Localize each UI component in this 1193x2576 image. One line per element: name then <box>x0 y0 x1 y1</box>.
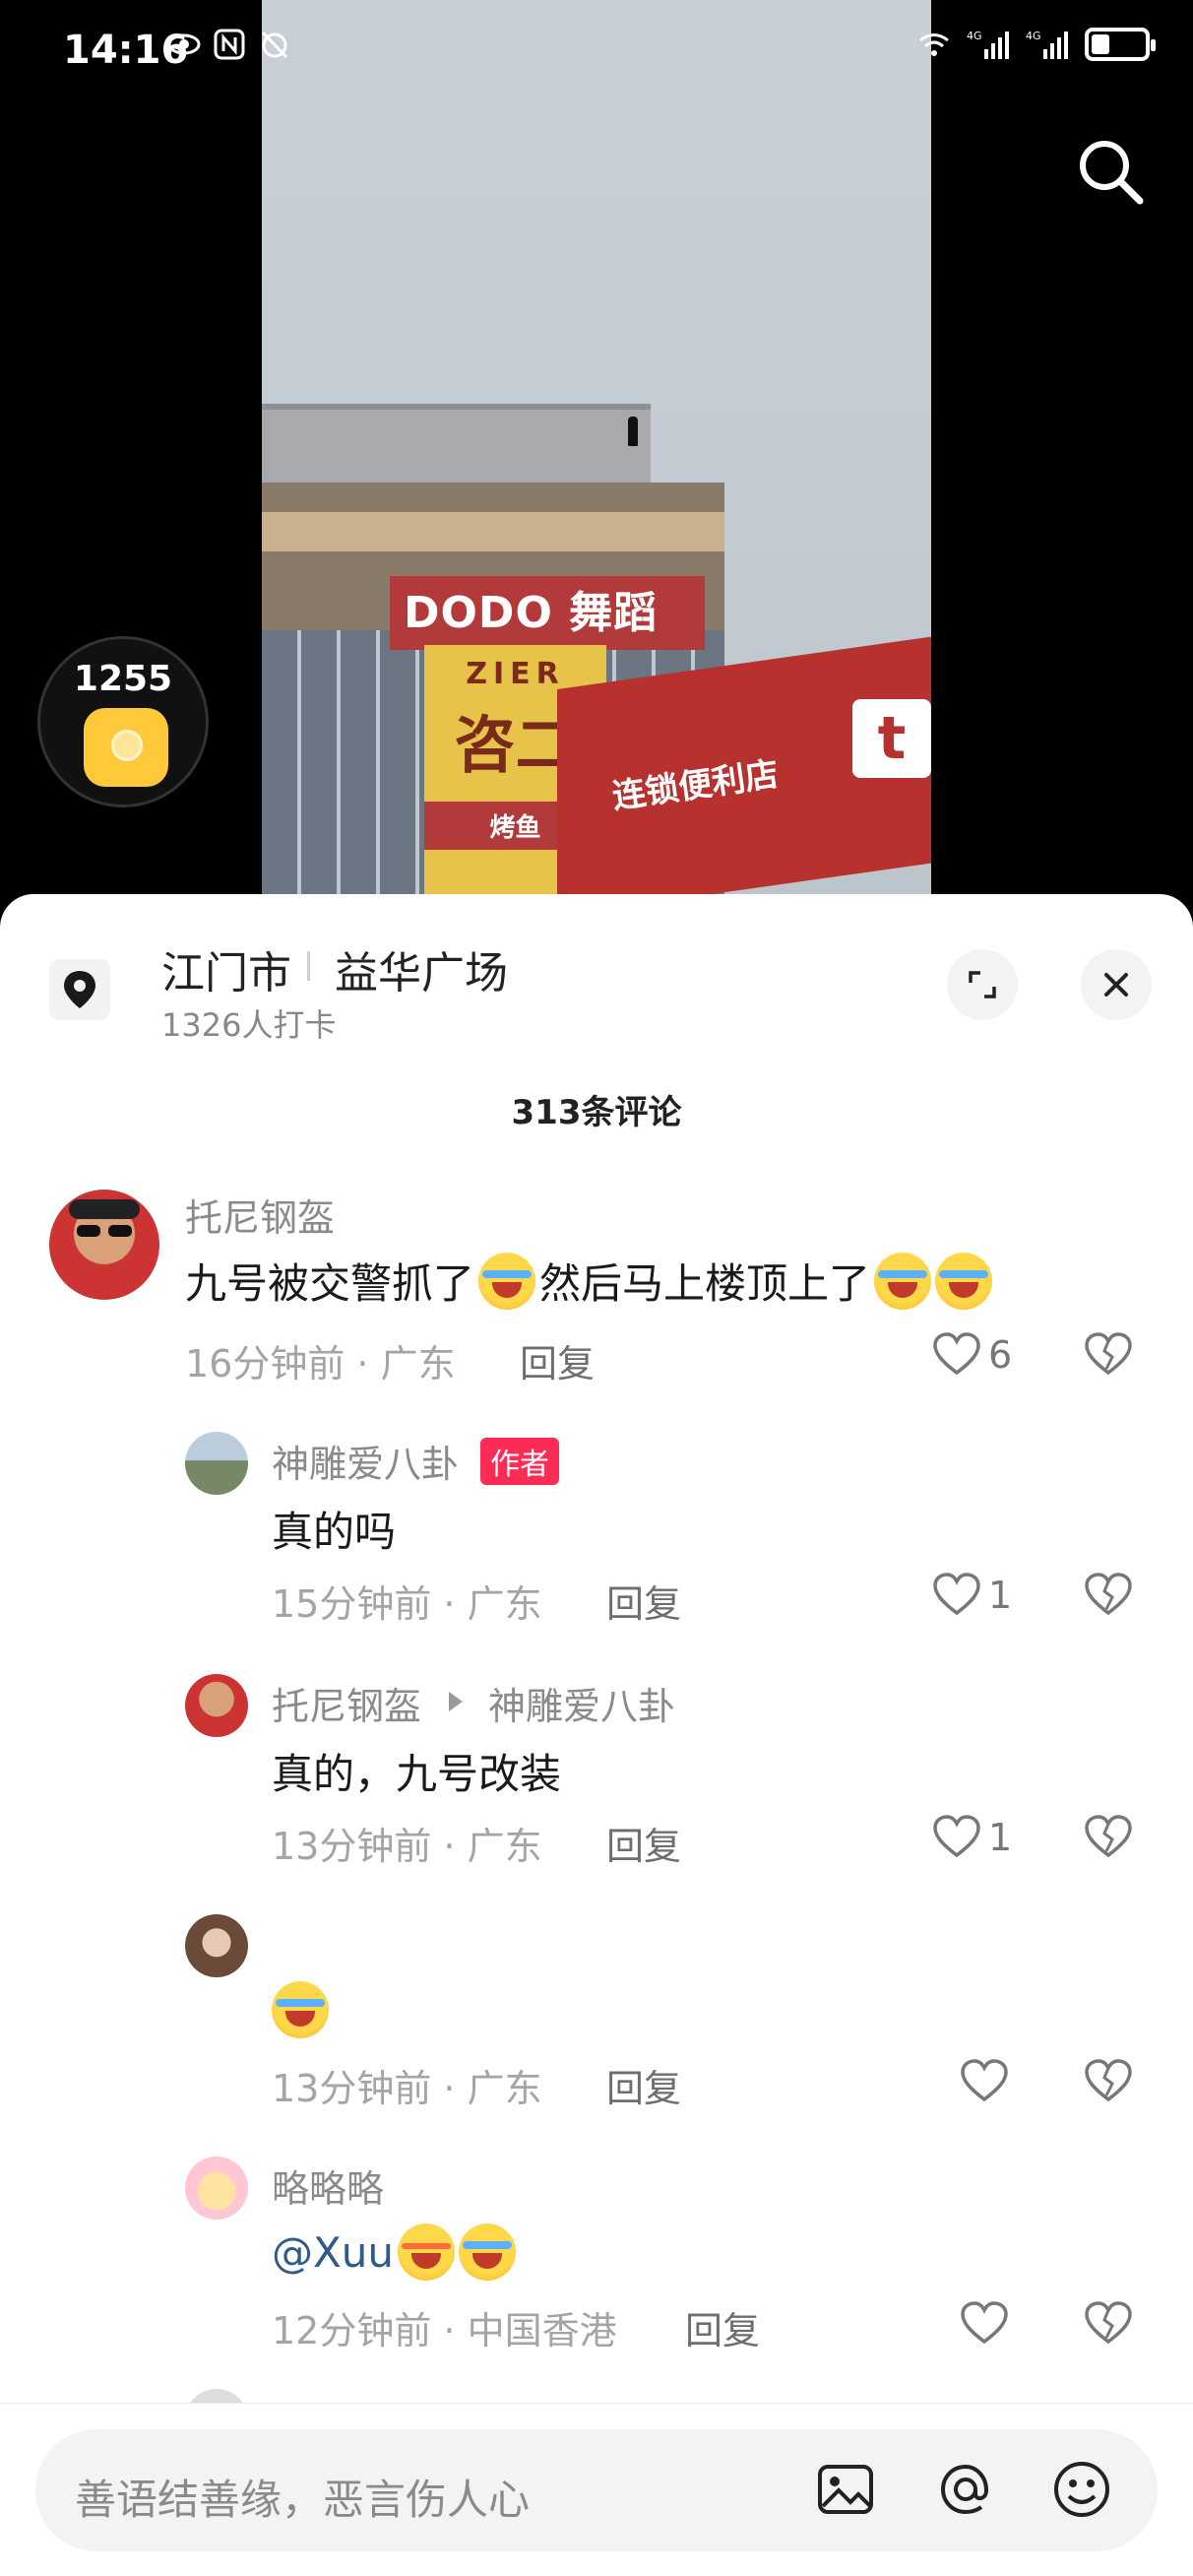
like-count: 1 <box>988 1574 1013 1617</box>
broken-heart-icon[interactable] <box>1083 2056 1134 2107</box>
emoji-icon[interactable] <box>1049 2457 1114 2522</box>
comment-username[interactable]: 神雕爱八卦 <box>272 1434 459 1488</box>
expand-icon <box>969 971 996 998</box>
reply-arrow-icon <box>449 1692 463 1711</box>
signal-4g-icon-2: 4G <box>1026 30 1068 59</box>
svg-text:4G: 4G <box>967 30 982 42</box>
wifi-icon <box>919 33 949 56</box>
comment-text: 真的，九号改装 <box>272 1750 562 1798</box>
person-on-roof <box>628 417 638 446</box>
close-icon <box>1104 973 1128 997</box>
location-checkins: 1326人打卡 <box>161 1006 337 1044</box>
comment-input[interactable]: 善语结善缘，恶言伤人心 <box>35 2429 1158 2551</box>
battery-icon <box>1085 28 1156 61</box>
location-pin-icon <box>49 959 110 1020</box>
red-packet-icon <box>84 708 168 787</box>
like-button[interactable]: 1 <box>931 1812 1012 1863</box>
status-left-icons <box>167 28 291 61</box>
comment-meta: 12分钟前 · 中国香港 <box>272 2309 617 2352</box>
svg-text:4G: 4G <box>1026 30 1041 42</box>
location-city[interactable]: 江门市 <box>161 937 291 1000</box>
broken-heart-icon[interactable] <box>1083 2298 1134 2350</box>
expand-button[interactable] <box>947 949 1018 1020</box>
like-count: 6 <box>988 1333 1013 1377</box>
status-bar: 14:16 4G 4G <box>0 0 1193 98</box>
avatar[interactable] <box>49 1190 159 1300</box>
laugh-cry-emoji-icon <box>935 1252 993 1310</box>
reply-button[interactable]: 回复 <box>606 1574 681 1628</box>
broken-heart-icon[interactable] <box>1083 1329 1134 1381</box>
heart-icon[interactable] <box>959 2298 1010 2350</box>
grin-sweat-emoji-icon <box>398 2223 456 2281</box>
comment-meta: 13分钟前 · 广东 <box>272 1825 542 1868</box>
heart-icon[interactable] <box>959 2056 1010 2107</box>
comment-text: @Xuu <box>272 2223 517 2281</box>
avatar[interactable] <box>185 1914 248 1977</box>
heart-icon <box>933 1815 980 1858</box>
broken-heart-icon[interactable] <box>1083 1570 1134 1621</box>
avatar[interactable] <box>185 2157 248 2220</box>
comment-text: 九号被交警抓了 然后马上楼顶上了 <box>185 1251 993 1311</box>
comment-panel: 江门市 益华广场 1326人打卡 313条评论 托尼钢盔 九号被交警抓了 然后马… <box>0 894 1193 2576</box>
comment-username[interactable]: 托尼钢盔 <box>272 1676 421 1730</box>
laugh-cry-emoji-icon <box>874 1252 932 1310</box>
status-right-icons: 4G 4G <box>917 28 1156 61</box>
like-count: 1 <box>988 1816 1013 1859</box>
mention-link[interactable]: @Xuu <box>272 2228 394 2277</box>
comment-count-title: 313条评论 <box>511 1093 682 1132</box>
like-button[interactable]: 6 <box>931 1329 1012 1381</box>
heart-icon <box>933 1332 980 1376</box>
comment-meta: 15分钟前 · 广东 <box>272 1582 542 1626</box>
at-mention-icon[interactable] <box>933 2457 998 2522</box>
video-frame: DODO 舞蹈 ZIER 咨二 烤鱼 连锁便利店 t <box>262 0 931 916</box>
reply-button[interactable]: 回复 <box>606 1816 681 1870</box>
search-icon[interactable] <box>1071 132 1150 211</box>
signal-4g-icon: 4G <box>967 30 1009 59</box>
eye-icon <box>167 33 201 55</box>
building-stripe <box>262 512 724 551</box>
like-button[interactable]: 1 <box>931 1570 1012 1621</box>
coin-widget[interactable]: 1255 <box>37 636 209 807</box>
alarm-off-icon <box>261 31 288 59</box>
comment-text: 真的吗 <box>272 1508 397 1556</box>
location-place[interactable]: 益华广场 <box>335 937 508 1000</box>
comment-input-bar: 善语结善缘，恶言伤人心 <box>0 2403 1193 2576</box>
store-logo: t <box>852 699 931 778</box>
broken-heart-icon[interactable] <box>1083 1812 1134 1863</box>
laugh-cry-emoji-icon <box>272 1981 329 2038</box>
comment-meta: 16分钟前 · 广东 <box>185 1342 456 1385</box>
avatar[interactable] <box>185 1674 248 1737</box>
video-player[interactable]: DODO 舞蹈 ZIER 咨二 烤鱼 连锁便利店 t 14:16 4G 4G 1… <box>0 0 1193 916</box>
laugh-cry-emoji-icon <box>478 1252 536 1310</box>
avatar[interactable] <box>185 1432 248 1495</box>
sign-dodo: DODO 舞蹈 <box>390 576 705 650</box>
comment-input-placeholder: 善语结善缘，恶言伤人心 <box>75 2476 531 2524</box>
comment-text <box>272 1981 329 2038</box>
laugh-cry-emoji-icon <box>459 2223 517 2281</box>
comment-text-part: 然后马上楼顶上了 <box>539 1259 871 1308</box>
reply-button[interactable]: 回复 <box>520 1333 595 1387</box>
author-badge: 作者 <box>480 1438 559 1485</box>
image-icon[interactable] <box>813 2457 878 2522</box>
comment-meta: 13分钟前 · 广东 <box>272 2067 542 2110</box>
location-separator <box>307 951 310 981</box>
comment-username[interactable]: 托尼钢盔 <box>185 1188 335 1242</box>
reply-button[interactable]: 回复 <box>606 2058 681 2112</box>
comment-text-part: 九号被交警抓了 <box>185 1259 475 1308</box>
close-button[interactable] <box>1081 949 1152 1020</box>
reply-button[interactable]: 回复 <box>685 2300 760 2354</box>
building-roof <box>262 404 651 483</box>
comment-username[interactable]: 略略略 <box>272 2158 384 2213</box>
reply-to-username[interactable]: 神雕爱八卦 <box>488 1676 675 1730</box>
heart-icon <box>933 1573 980 1616</box>
nfc-icon <box>214 29 245 60</box>
coin-count: 1255 <box>73 659 173 699</box>
